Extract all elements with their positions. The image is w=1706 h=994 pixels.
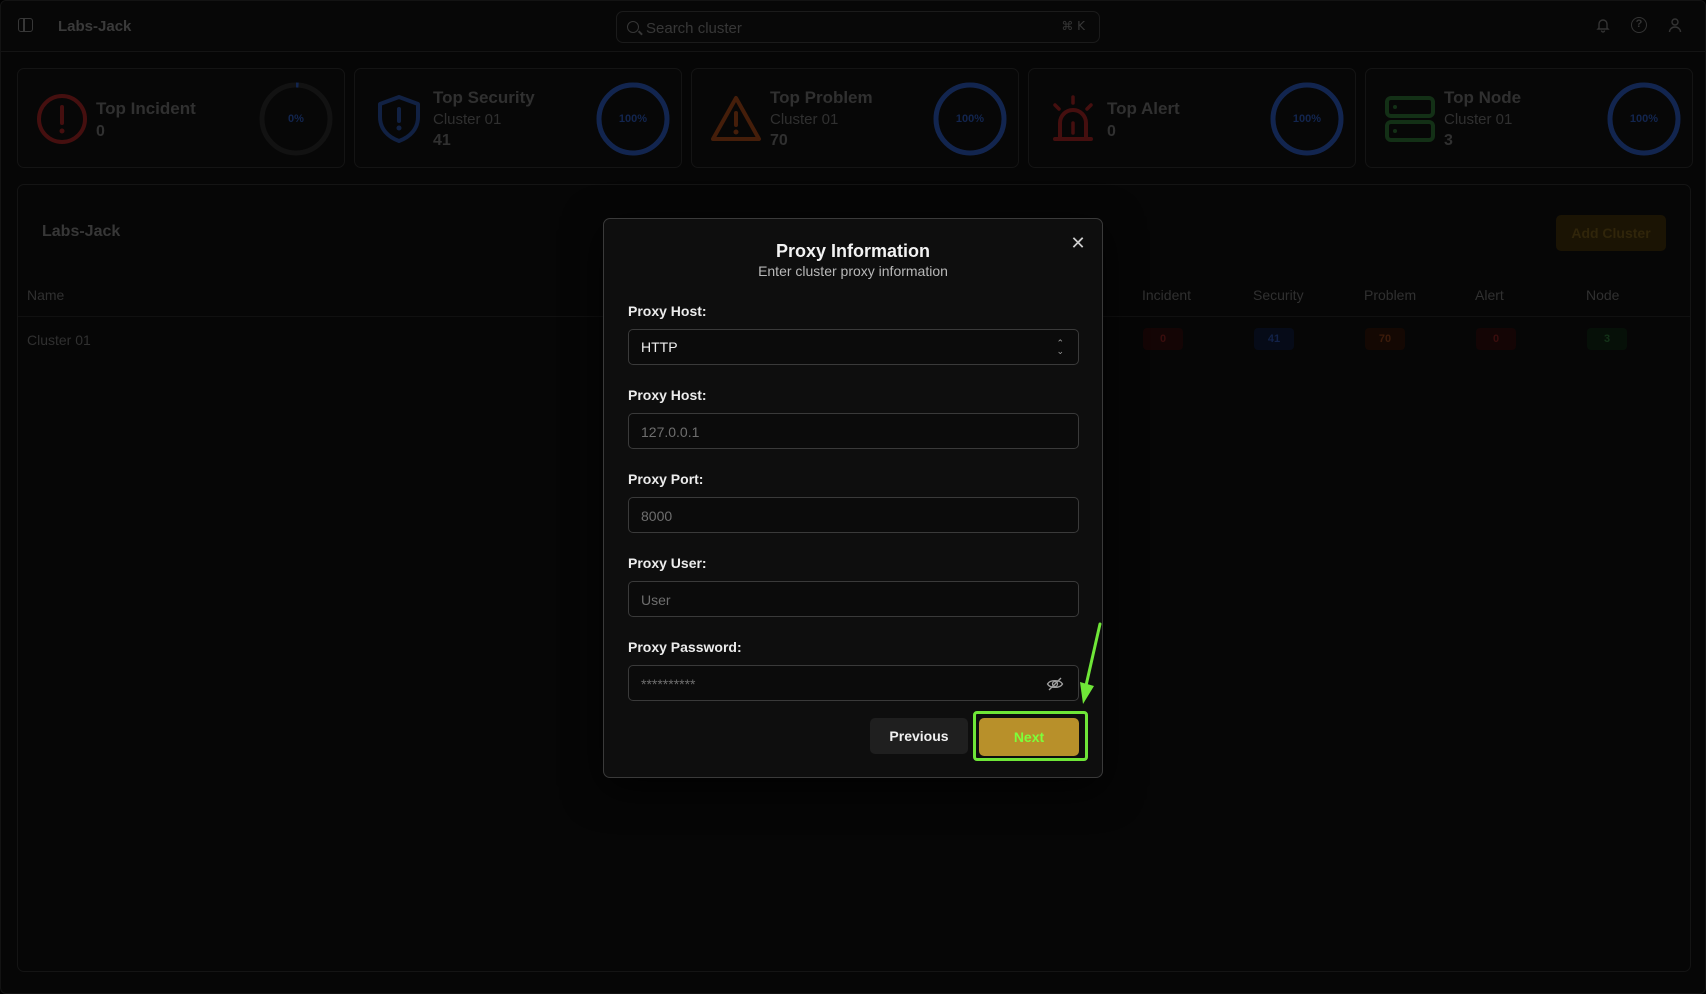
proxy-port-input[interactable]	[641, 506, 1041, 526]
previous-button[interactable]: Previous	[870, 718, 968, 754]
proxy-password-label: Proxy Password:	[628, 639, 742, 655]
proxy-protocol-label: Proxy Host:	[628, 303, 707, 319]
dialog-title: Proxy Information	[775, 241, 931, 261]
dialog-subtitle: Enter cluster proxy information	[758, 263, 948, 279]
proxy-user-input[interactable]	[641, 590, 1041, 610]
proxy-host-label: Proxy Host:	[628, 387, 707, 403]
proxy-information-dialog: ✕ Proxy Information Enter cluster proxy …	[603, 218, 1103, 778]
proxy-port-label: Proxy Port:	[628, 471, 704, 487]
proxy-password-input[interactable]	[641, 674, 1041, 694]
proxy-protocol-value: HTTP	[641, 339, 678, 355]
proxy-host-field[interactable]	[628, 413, 1079, 449]
proxy-password-field[interactable]	[628, 665, 1079, 701]
proxy-user-label: Proxy User:	[628, 555, 707, 571]
proxy-user-field[interactable]	[628, 581, 1079, 617]
proxy-port-field[interactable]	[628, 497, 1079, 533]
next-button[interactable]: Next	[979, 718, 1079, 756]
eye-off-icon[interactable]	[1046, 675, 1064, 693]
chevron-up-down-icon: ⌃ ⌄	[1056, 338, 1064, 356]
proxy-protocol-select[interactable]: HTTP ⌃ ⌄	[628, 329, 1079, 365]
proxy-host-input[interactable]	[641, 422, 1041, 442]
